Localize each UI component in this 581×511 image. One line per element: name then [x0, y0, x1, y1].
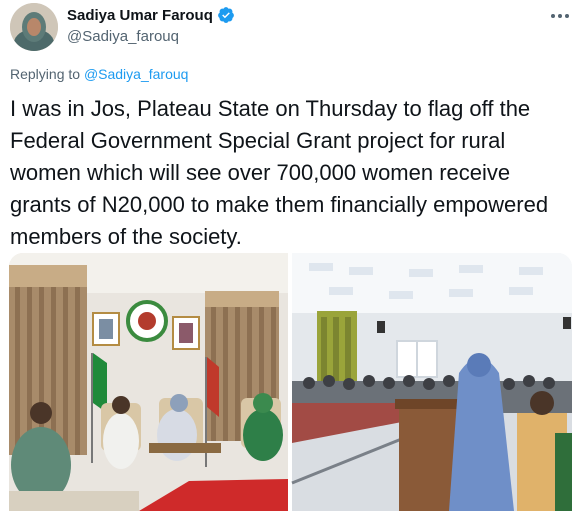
tweet-text: I was in Jos, Plateau State on Thursday …	[10, 96, 549, 249]
avatar-image	[10, 3, 58, 51]
verified-badge-icon	[218, 7, 234, 23]
reply-handle-link[interactable]: @Sadiya_farouq	[84, 66, 189, 82]
media-grid	[9, 253, 572, 511]
photo-right[interactable]	[291, 253, 572, 511]
replying-prefix: Replying to	[10, 66, 84, 82]
avatar[interactable]	[10, 3, 58, 51]
author-name[interactable]: Sadiya Umar Farouq	[67, 7, 213, 24]
photo-left[interactable]	[9, 253, 288, 511]
replying-to: Replying to @Sadiya_farouq	[10, 66, 188, 82]
more-options-icon[interactable]	[549, 8, 571, 24]
author-handle[interactable]: @Sadiya_farouq	[67, 28, 179, 45]
author-name-row[interactable]: Sadiya Umar Farouq	[67, 6, 235, 24]
